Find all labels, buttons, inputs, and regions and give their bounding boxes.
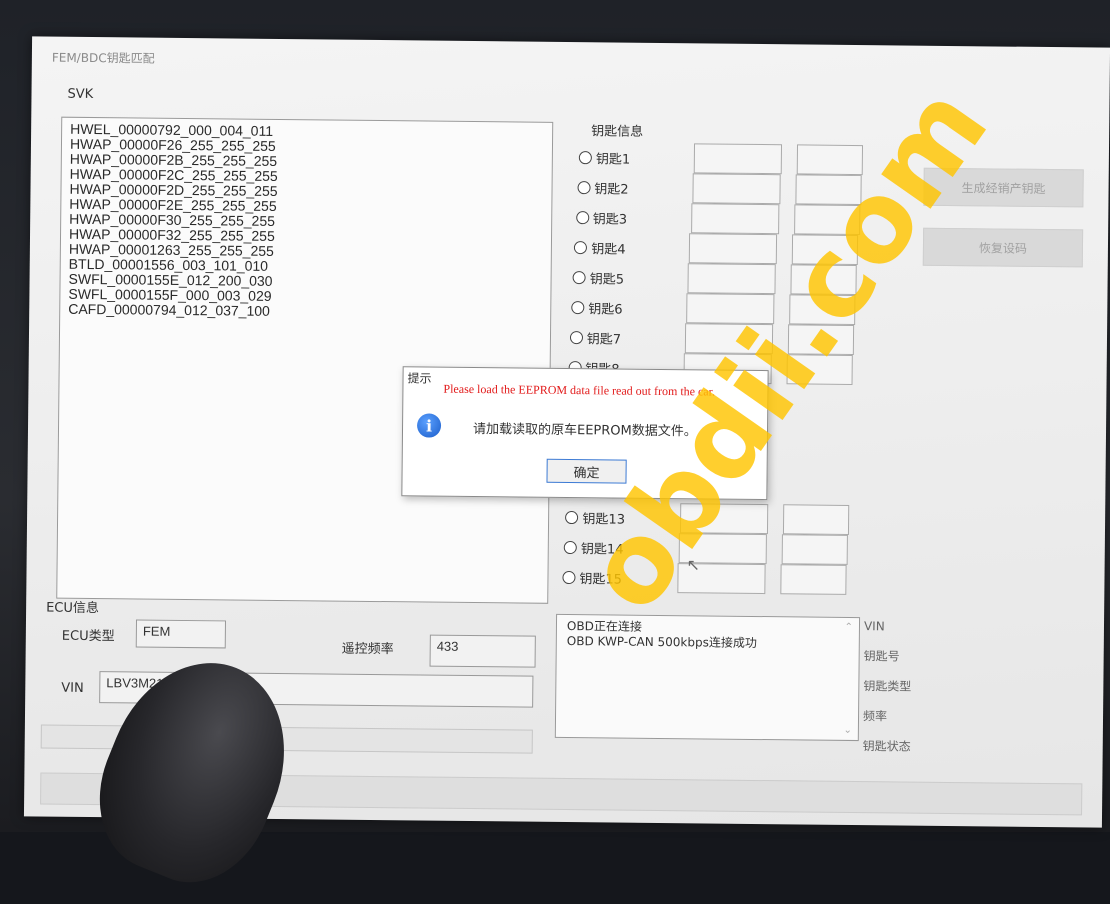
key-id-field[interactable] <box>687 263 776 295</box>
key-state-field[interactable] <box>781 534 849 565</box>
svk-label: SVK <box>67 86 94 103</box>
svk-list: HWEL_00000792_000_004_011 HWAP_00000F26_2… <box>60 118 552 326</box>
key-row: 钥匙2 <box>577 173 877 206</box>
key-label: 钥匙3 <box>592 212 628 228</box>
key-row: 钥匙1 <box>578 143 879 176</box>
key-label: 钥匙6 <box>588 302 623 318</box>
key-id-field[interactable] <box>680 503 769 535</box>
remote-freq-field[interactable]: 433 <box>429 634 536 668</box>
key-radio[interactable] <box>572 271 586 285</box>
key-radio[interactable] <box>575 211 589 225</box>
key-label: 钥匙4 <box>591 242 626 258</box>
key-label: 钥匙13 <box>582 512 626 528</box>
info-icon: i <box>416 413 442 438</box>
key-state-field[interactable] <box>783 504 850 535</box>
side-key-type-label: 钥匙类型 <box>863 679 912 694</box>
key-id-field[interactable] <box>684 323 773 355</box>
key-state-field[interactable] <box>787 324 854 355</box>
dialog-english-message: Please load the EEPROM data file read ou… <box>443 381 716 399</box>
key-row: 钥匙15 <box>562 563 862 595</box>
key-label: 钥匙15 <box>579 572 623 588</box>
key-id-field[interactable] <box>693 143 783 175</box>
mouse-cursor-icon: ↖ <box>686 555 701 575</box>
side-key-status-label: 钥匙状态 <box>862 739 911 754</box>
key-id-field[interactable] <box>686 293 775 325</box>
key-label: 钥匙2 <box>594 182 629 198</box>
key-id-field[interactable] <box>689 233 778 265</box>
key-row: 钥匙3 <box>575 203 876 236</box>
key-radio[interactable] <box>571 301 585 315</box>
key-radio[interactable] <box>562 570 576 585</box>
key-row: 钥匙7 <box>569 323 870 355</box>
ecu-info-label: ECU信息 <box>46 600 100 617</box>
remote-freq-label: 遥控频率 <box>341 641 394 658</box>
key-row: 钥匙6 <box>571 293 871 326</box>
scroll-up-icon[interactable]: ⌃ <box>845 622 854 633</box>
key-radio[interactable] <box>574 241 588 255</box>
side-vin-label: VIN <box>863 619 885 634</box>
status-line-2: OBD KWP-CAN 500kbps连接成功 <box>566 634 757 650</box>
side-key-number-label: 钥匙号 <box>863 649 900 664</box>
key-radio[interactable] <box>578 151 592 165</box>
scroll-down-icon[interactable]: ⌄ <box>843 725 852 736</box>
key-row: 钥匙4 <box>574 233 874 266</box>
key-state-field[interactable] <box>786 354 853 385</box>
key-row: 钥匙13 <box>565 503 865 535</box>
svk-list-box[interactable]: HWEL_00000792_000_004_011 HWAP_00000F26_2… <box>56 116 554 604</box>
key-radio[interactable] <box>577 181 591 195</box>
ecu-type-field[interactable]: FEM <box>135 619 227 649</box>
key-info-label: 钥匙信息 <box>591 124 644 140</box>
key-state-field[interactable] <box>795 174 862 206</box>
ecu-type-label: ECU类型 <box>61 628 115 645</box>
generate-dealer-key-button[interactable]: 生成经销产钥匙 <box>923 167 1084 208</box>
key-row: 钥匙14 <box>563 533 864 565</box>
key-label: 钥匙7 <box>586 332 622 348</box>
vin-label: VIN <box>61 680 84 696</box>
key-id-field[interactable] <box>692 173 781 205</box>
key-state-field[interactable] <box>792 234 859 266</box>
key-id-field[interactable] <box>690 203 779 235</box>
key-label: 钥匙5 <box>589 272 625 288</box>
key-state-field[interactable] <box>780 564 847 595</box>
key-state-field[interactable] <box>793 204 860 236</box>
dialog-chinese-message: 请加载读取的原车EEPROM数据文件。 <box>472 422 697 440</box>
key-row: 钥匙5 <box>572 263 873 296</box>
status-log[interactable]: OBD正在连接 OBD KWP-CAN 500kbps连接成功 ⌃ ⌄ <box>554 613 861 742</box>
key-label: 钥匙1 <box>595 152 631 168</box>
key-state-field[interactable] <box>790 264 857 296</box>
dialog-title: 提示 <box>407 371 432 386</box>
ok-button[interactable]: 确定 <box>546 458 627 484</box>
key-radio[interactable] <box>569 331 583 345</box>
key-radio[interactable] <box>563 540 578 555</box>
key-state-field[interactable] <box>789 294 856 326</box>
window-title: FEM/BDC钥匙匹配 <box>51 50 155 66</box>
side-frequency-label: 频率 <box>862 709 888 724</box>
key-label: 钥匙14 <box>580 542 624 558</box>
key-state-field[interactable] <box>796 144 864 176</box>
restore-coding-button[interactable]: 恢复设码 <box>922 227 1084 268</box>
key-radio[interactable] <box>565 510 579 525</box>
prompt-dialog: 提示 Please load the EEPROM data file read… <box>401 366 769 501</box>
